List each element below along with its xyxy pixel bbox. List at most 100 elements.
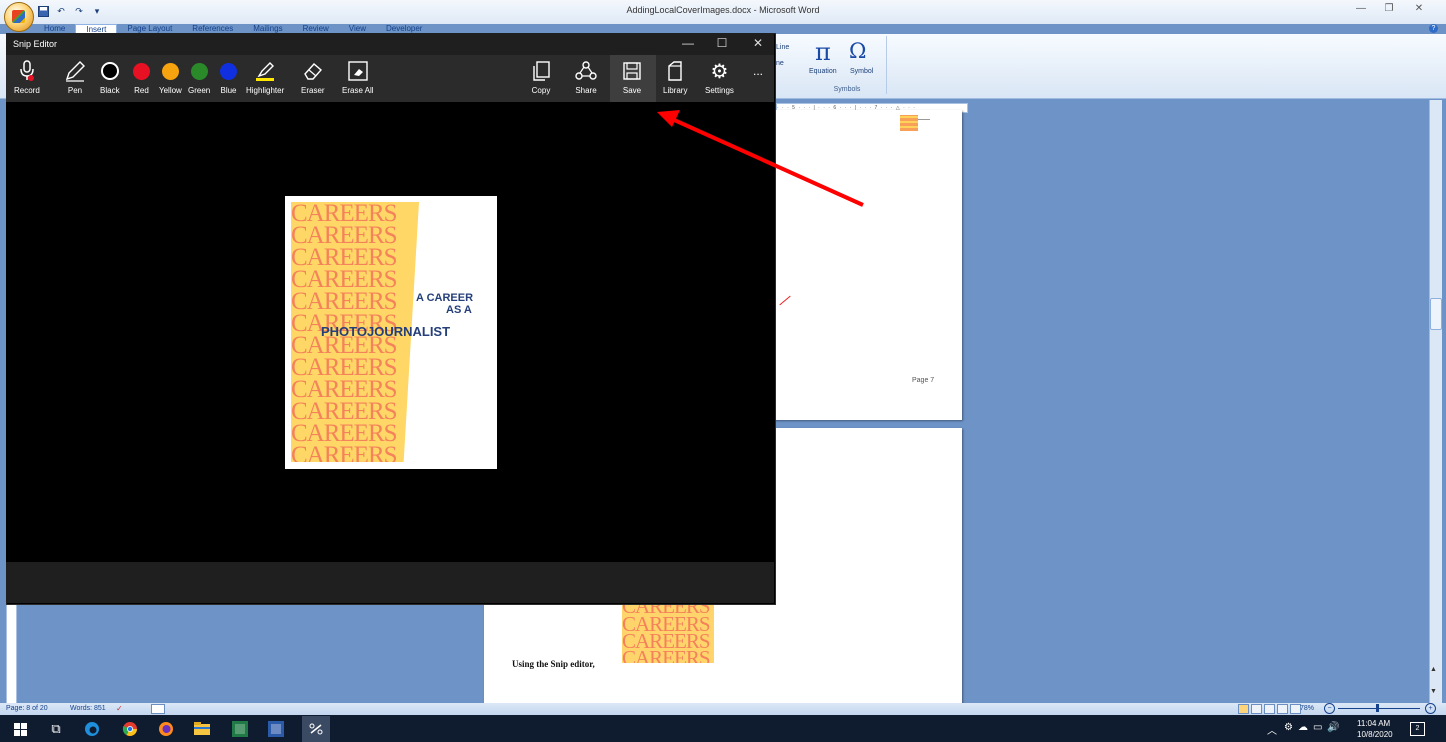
vertical-scrollbar[interactable] xyxy=(1429,100,1442,704)
customize-qat-icon[interactable]: ▾ xyxy=(90,4,104,18)
word-minimize-button[interactable]: — xyxy=(1348,3,1374,14)
web-layout-view-icon[interactable] xyxy=(1264,704,1275,714)
cover-title-line-2: AS A xyxy=(446,304,472,316)
pen-button[interactable]: Pen xyxy=(64,58,86,95)
outline-view-icon[interactable] xyxy=(1277,704,1288,714)
document-page-7[interactable] xyxy=(760,110,962,420)
cover-title-line-1: A CAREER xyxy=(416,292,474,304)
tray-overflow-icon[interactable]: ︿ xyxy=(1267,722,1277,737)
zoom-level[interactable]: 78% xyxy=(1300,705,1314,712)
more-icon: ... xyxy=(753,64,764,78)
taskbar xyxy=(0,715,1446,742)
snip-maximize-button[interactable]: ☐ xyxy=(712,36,732,50)
snip-editor-titlebar xyxy=(6,33,774,55)
start-windows-icon[interactable] xyxy=(10,719,30,739)
share-button[interactable]: Share xyxy=(575,58,597,95)
green-color-button[interactable]: Green xyxy=(188,58,210,95)
green-swatch-icon xyxy=(190,62,208,80)
highlighter-button[interactable]: Highlighter xyxy=(246,58,284,95)
red-color-button[interactable]: Red xyxy=(133,58,150,95)
page-number-label: Page 7 xyxy=(912,377,935,384)
symbol-button[interactable]: Symbol xyxy=(850,68,873,75)
erase-all-icon xyxy=(347,58,369,84)
yellow-swatch-icon xyxy=(161,62,179,80)
vertical-ruler[interactable] xyxy=(6,604,17,704)
equation-button[interactable]: Equation xyxy=(809,68,837,75)
pen-icon xyxy=(64,58,86,84)
highlighter-icon xyxy=(254,58,276,84)
erase-all-button[interactable]: Erase All xyxy=(342,58,374,95)
view-buttons xyxy=(1238,704,1301,714)
macro-record-icon[interactable] xyxy=(151,704,165,714)
status-word-count[interactable]: Words: 851 xyxy=(70,705,106,712)
task-view-icon[interactable]: ⧉ xyxy=(46,719,66,739)
black-swatch-icon xyxy=(100,62,119,80)
word-restore-button[interactable]: ❐ xyxy=(1376,3,1402,14)
microphone-icon xyxy=(19,58,35,84)
word-app-icon[interactable] xyxy=(266,719,286,739)
gear-icon: ⚙ xyxy=(710,60,729,83)
save-button[interactable]: Save xyxy=(622,58,642,95)
status-bar xyxy=(0,703,1446,715)
file-explorer-icon[interactable] xyxy=(192,719,212,739)
black-color-button[interactable]: Black xyxy=(100,58,120,95)
status-page-count[interactable]: Page: 8 of 20 xyxy=(6,705,48,712)
page7-cover-thumbnail xyxy=(900,115,918,131)
blue-swatch-icon xyxy=(220,62,237,80)
full-screen-reading-view-icon[interactable] xyxy=(1251,704,1262,714)
zoom-in-icon[interactable]: + xyxy=(1425,703,1436,714)
eraser-button[interactable]: Eraser xyxy=(301,58,325,95)
symbols-group-label: Symbols xyxy=(833,86,861,93)
vertical-scrollbar-thumb[interactable] xyxy=(1430,298,1442,330)
page8-cover-image[interactable]: CAREERS CAREERS CAREERS CAREERS xyxy=(622,603,714,663)
cover-title-line-3: PHOTOJOURNALIST xyxy=(321,324,451,339)
snip-close-button[interactable]: ✕ xyxy=(748,36,768,50)
snip-toolbar xyxy=(6,55,774,102)
share-icon xyxy=(575,58,597,84)
firefox-browser-icon[interactable] xyxy=(156,719,176,739)
spelling-check-icon[interactable]: ✓ xyxy=(116,704,128,713)
red-swatch-icon xyxy=(133,62,150,80)
snip-footer xyxy=(6,562,774,603)
zoom-out-icon[interactable]: − xyxy=(1324,703,1335,714)
undo-icon[interactable]: ↶ xyxy=(54,4,68,18)
word-window-title: AddingLocalCoverImages.docx - Microsoft … xyxy=(626,5,820,15)
redo-icon[interactable]: ↷ xyxy=(72,4,86,18)
eraser-icon xyxy=(302,58,324,84)
copy-button[interactable]: Copy xyxy=(531,58,551,95)
document-body-text[interactable]: Using the Snip editor, xyxy=(512,659,595,669)
snip-editor-title: Snip Editor xyxy=(13,39,58,49)
help-icon[interactable]: ? xyxy=(1429,24,1438,33)
office-button[interactable] xyxy=(4,2,34,32)
zoom-slider[interactable] xyxy=(1338,708,1420,709)
quick-access-toolbar: ↶ ↷ ▾ xyxy=(36,3,104,19)
ribbon-line-label-2[interactable]: ne xyxy=(776,60,784,67)
snip-editor-taskbar-icon[interactable] xyxy=(302,716,330,742)
more-options-button[interactable]: ... xyxy=(753,58,763,84)
notification-center-icon[interactable]: 2 xyxy=(1410,722,1425,736)
symbol-omega-icon[interactable]: Ω xyxy=(849,39,866,63)
excel-app-icon[interactable] xyxy=(230,719,250,739)
word-close-button[interactable]: ✕ xyxy=(1406,3,1432,14)
chrome-browser-icon[interactable] xyxy=(120,719,140,739)
record-button[interactable]: Record xyxy=(14,58,40,95)
blue-color-button[interactable]: Blue xyxy=(220,58,237,95)
print-layout-view-icon[interactable] xyxy=(1238,704,1249,714)
settings-button[interactable]: ⚙ Settings xyxy=(705,58,734,96)
copy-icon xyxy=(531,58,551,84)
page7-caption-line xyxy=(918,119,930,120)
equation-pi-icon[interactable]: π xyxy=(815,38,831,66)
library-icon xyxy=(666,58,684,84)
zoom-slider-thumb[interactable] xyxy=(1376,704,1379,712)
clock-date[interactable]: 10/8/2020 xyxy=(1357,730,1393,739)
previous-page-icon[interactable]: ▲ xyxy=(1430,666,1437,673)
clock-time[interactable]: 11:04 AM xyxy=(1357,719,1390,728)
tray-icons[interactable]: ⚙☁▭🔊 xyxy=(1284,722,1345,733)
next-page-icon[interactable]: ▼ xyxy=(1430,688,1437,695)
edge-browser-icon[interactable] xyxy=(82,719,102,739)
ribbon-line-label[interactable]: Line xyxy=(776,44,789,51)
library-button[interactable]: Library xyxy=(663,58,687,95)
snip-minimize-button[interactable]: — xyxy=(678,36,698,50)
save-icon[interactable] xyxy=(36,4,50,18)
yellow-color-button[interactable]: Yellow xyxy=(159,58,182,95)
